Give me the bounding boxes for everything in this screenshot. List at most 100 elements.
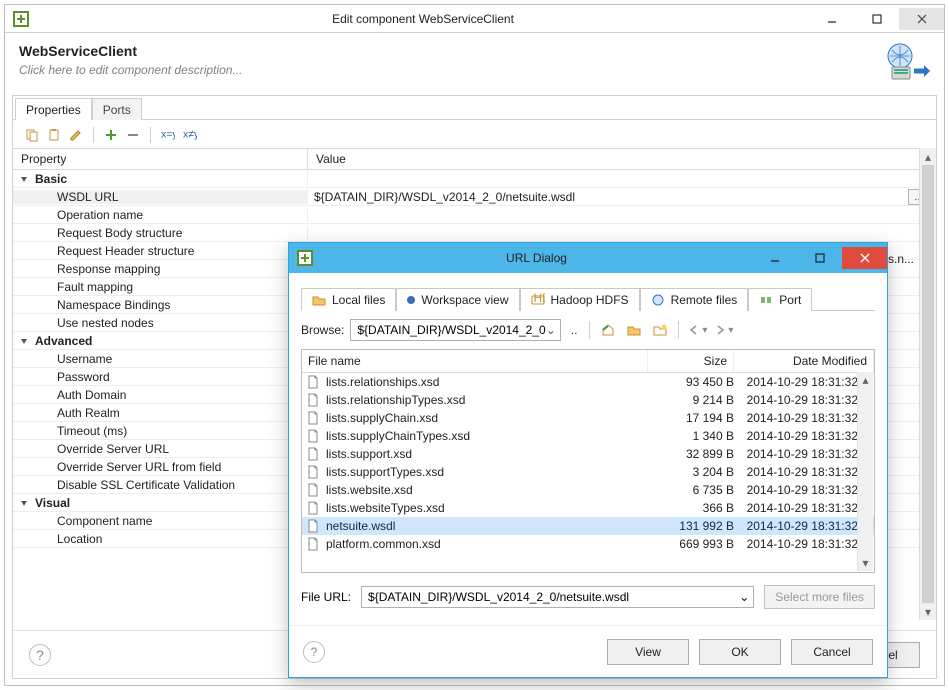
browse-label: Browse: — [301, 323, 344, 337]
file-date: 2014-10-29 18:31:32 — [734, 393, 874, 407]
file-row[interactable]: lists.support.xsd32 899 B2014-10-29 18:3… — [302, 445, 874, 463]
tab-hadoop-hdfs[interactable]: HDFS Hadoop HDFS — [520, 288, 640, 311]
dialog-minimize-button[interactable] — [752, 247, 797, 269]
app-icon — [13, 11, 29, 27]
new-folder-icon[interactable] — [650, 320, 670, 340]
view-button[interactable]: View — [607, 639, 689, 665]
property-name: Fault mapping — [57, 280, 133, 294]
file-row[interactable]: lists.supportTypes.xsd3 204 B2014-10-29 … — [302, 463, 874, 481]
file-row[interactable]: lists.supplyChain.xsd17 194 B2014-10-29 … — [302, 409, 874, 427]
file-date: 2014-10-29 18:31:32 — [734, 519, 874, 533]
property-row[interactable]: Request Body structure — [13, 224, 936, 242]
scroll-down-icon[interactable]: ▾ — [858, 555, 873, 571]
globe-icon — [651, 293, 665, 307]
file-row[interactable]: lists.relationships.xsd93 450 B2014-10-2… — [302, 373, 874, 391]
scroll-thumb[interactable] — [922, 165, 934, 603]
minimize-button[interactable] — [809, 8, 854, 30]
close-button[interactable] — [899, 8, 944, 30]
file-size: 32 899 B — [648, 447, 734, 461]
forward-button[interactable]: ▾ — [713, 320, 733, 340]
svg-text:HDFS: HDFS — [533, 293, 545, 305]
property-row[interactable]: WSDL URL${DATAIN_DIR}/WSDL_v2014_2_0/net… — [13, 188, 936, 206]
property-group-label: Visual — [35, 496, 70, 510]
dialog-maximize-button[interactable] — [797, 247, 842, 269]
expand-caret-icon[interactable] — [13, 498, 35, 508]
maximize-button[interactable] — [854, 8, 899, 30]
truncated-overflow-text: s.n... — [888, 252, 914, 266]
dialog-close-button[interactable] — [842, 247, 887, 269]
home-icon[interactable] — [598, 320, 618, 340]
tab-hadoop-label: Hadoop HDFS — [551, 293, 629, 307]
add-icon[interactable] — [102, 126, 120, 144]
property-name: Request Body structure — [57, 226, 182, 240]
edit-icon[interactable] — [67, 126, 85, 144]
file-date: 2014-10-29 18:31:32 — [734, 411, 874, 425]
select-more-files-button[interactable]: Select more files — [764, 585, 875, 609]
ok-button[interactable]: OK — [699, 639, 781, 665]
url-dialog: URL Dialog Local files Workspace view HD… — [288, 242, 888, 678]
scroll-up-icon[interactable]: ▴ — [858, 372, 873, 388]
file-table-scrollbar[interactable]: ▴ ▾ — [857, 372, 873, 571]
file-row[interactable]: lists.websiteTypes.xsd366 B2014-10-29 18… — [302, 499, 874, 517]
tab-remote-files[interactable]: Remote files — [640, 288, 749, 311]
property-group-label: Advanced — [35, 334, 92, 348]
tab-workspace-view[interactable]: Workspace view — [396, 288, 519, 311]
file-date: 2014-10-29 18:31:32 — [734, 537, 874, 551]
column-size[interactable]: Size — [648, 350, 734, 372]
cancel-button[interactable]: Cancel — [791, 639, 873, 665]
property-group[interactable]: Basic — [13, 170, 936, 188]
scroll-down-icon[interactable]: ▾ — [920, 603, 936, 620]
column-date-modified[interactable]: Date Modified — [734, 350, 874, 372]
file-row[interactable]: lists.website.xsd6 735 B2014-10-29 18:31… — [302, 481, 874, 499]
file-date: 2014-10-29 18:31:32 — [734, 375, 874, 389]
copy-icon[interactable] — [23, 126, 41, 144]
component-description[interactable]: Click here to edit component description… — [19, 63, 874, 77]
main-window-title: Edit component WebServiceClient — [37, 12, 809, 26]
tab-port[interactable]: Port — [748, 288, 812, 311]
file-date: 2014-10-29 18:31:32 — [734, 465, 874, 479]
file-row[interactable]: lists.supplyChainTypes.xsd1 340 B2014-10… — [302, 427, 874, 445]
file-icon — [306, 411, 320, 425]
file-size: 17 194 B — [648, 411, 734, 425]
file-row[interactable]: netsuite.wsdl131 992 B2014-10-29 18:31:3… — [302, 517, 874, 535]
column-file-name[interactable]: File name — [302, 350, 648, 372]
paste-icon[interactable] — [45, 126, 63, 144]
property-value[interactable]: ${DATAIN_DIR}/WSDL_v2014_2_0/netsuite.ws… — [314, 190, 904, 204]
file-url-row: File URL: ${DATAIN_DIR}/WSDL_v2014_2_0/n… — [301, 573, 875, 609]
workspace-dot-icon — [407, 296, 415, 304]
xy-clear-icon[interactable]: x≠y — [181, 126, 199, 144]
xy-set-icon[interactable]: x=y — [159, 126, 177, 144]
column-value[interactable]: Value — [308, 149, 936, 169]
file-size: 9 214 B — [648, 393, 734, 407]
dialog-title: URL Dialog — [321, 251, 752, 265]
file-icon — [306, 393, 320, 407]
folder-icon — [312, 293, 326, 307]
dialog-footer: ? View OK Cancel — [289, 625, 887, 677]
expand-caret-icon[interactable] — [13, 174, 35, 184]
tab-properties[interactable]: Properties — [15, 98, 92, 120]
expand-caret-icon[interactable] — [13, 336, 35, 346]
file-row[interactable]: lists.relationshipTypes.xsd9 214 B2014-1… — [302, 391, 874, 409]
dialog-titlebar[interactable]: URL Dialog — [289, 243, 887, 273]
property-name: Password — [57, 370, 110, 384]
parent-dir-button[interactable]: .. — [567, 323, 582, 337]
file-row[interactable]: platform.common.xsd669 993 B2014-10-29 1… — [302, 535, 874, 553]
file-url-combo[interactable]: ${DATAIN_DIR}/WSDL_v2014_2_0/netsuite.ws… — [361, 586, 754, 608]
column-property[interactable]: Property — [13, 149, 308, 169]
file-name: lists.supplyChainTypes.xsd — [326, 429, 648, 443]
file-size: 131 992 B — [648, 519, 734, 533]
help-icon[interactable]: ? — [29, 644, 51, 666]
properties-scrollbar[interactable]: ▴ ▾ — [919, 148, 936, 620]
file-icon — [306, 447, 320, 461]
file-date: 2014-10-29 18:31:32 — [734, 501, 874, 515]
help-icon[interactable]: ? — [303, 641, 325, 663]
tab-local-files[interactable]: Local files — [301, 288, 396, 311]
open-folder-icon[interactable] — [624, 320, 644, 340]
property-row[interactable]: Operation name — [13, 206, 936, 224]
file-name: lists.relationships.xsd — [326, 375, 648, 389]
back-button[interactable]: ▾ — [687, 320, 707, 340]
remove-icon[interactable] — [124, 126, 142, 144]
tab-ports[interactable]: Ports — [92, 98, 142, 120]
browse-path-combo[interactable]: ${DATAIN_DIR}/WSDL_v2014_2_0 ⌄ — [350, 319, 560, 341]
scroll-up-icon[interactable]: ▴ — [920, 148, 936, 165]
